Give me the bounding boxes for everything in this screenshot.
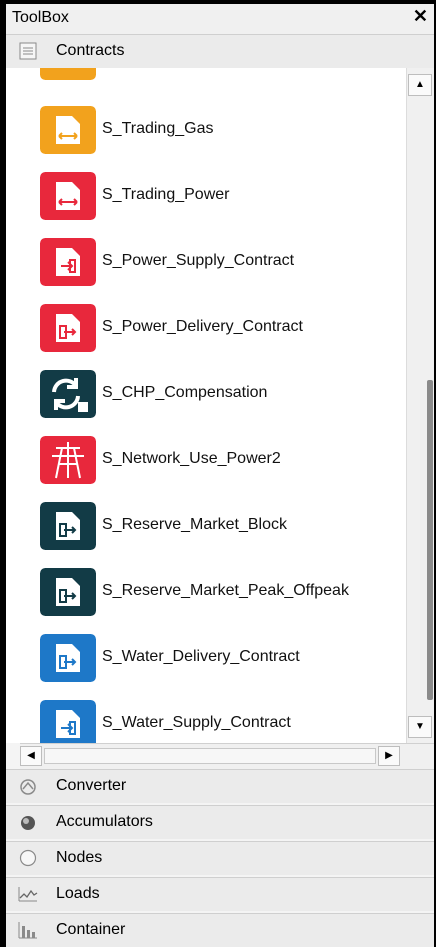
node-circle-icon [19,849,37,867]
toolbox-panel: ToolBox ✕ Contracts S_Trading_Gas S_Trad… [6,4,434,947]
section-container[interactable]: Container [6,913,434,947]
contracts-list: S_Trading_Gas S_Trading_Power S_Power_Su… [6,68,406,743]
horizontal-scrollbar[interactable]: ◀ ▶ [20,743,434,770]
scroll-down-icon[interactable]: ▼ [408,716,432,738]
contract-item-label: S_Network_Use_Power2 [102,450,281,467]
contract-orange-icon [40,68,96,80]
contract-item-reserve-peak[interactable]: S_Reserve_Market_Peak_Offpeak [6,564,406,630]
section-nodes-label: Nodes [56,849,103,866]
contract-item-network-use[interactable]: S_Network_Use_Power2 [6,432,406,498]
section-converter-label: Converter [56,777,127,794]
trading-gas-icon [40,106,96,154]
contract-item-water-delivery[interactable]: S_Water_Delivery_Contract [6,630,406,696]
section-contracts-label: Contracts [56,42,125,59]
trading-power-icon [40,172,96,220]
toolbox-titlebar: ToolBox ✕ [6,4,434,34]
contract-item-label: S_Power_Delivery_Contract [102,318,303,335]
document-icon [19,42,37,60]
loads-chart-icon [18,887,38,902]
section-loads[interactable]: Loads [6,877,434,911]
contract-item-label: S_Reserve_Market_Peak_Offpeak [102,582,349,599]
scrollbar-corner [404,744,434,770]
contract-item-trading-power[interactable]: S_Trading_Power [6,168,406,234]
vertical-scrollbar[interactable]: ▲ ▼ [406,68,434,743]
section-accumulators[interactable]: Accumulators [6,805,434,839]
contract-item-label: S_Trading_Gas [102,120,214,137]
reserve-block-icon [40,502,96,550]
converter-icon [20,779,36,795]
contract-item-partial[interactable] [6,68,406,94]
scroll-right-icon[interactable]: ▶ [378,746,400,766]
scroll-up-icon[interactable]: ▲ [408,74,432,96]
contract-item-chp-compensation[interactable]: S_CHP_Compensation [6,366,406,432]
close-icon[interactable]: ✕ [413,6,428,27]
vertical-scroll-thumb[interactable] [427,380,433,700]
scroll-left-icon[interactable]: ◀ [20,746,42,766]
section-contracts[interactable]: Contracts [6,34,434,68]
chp-compensation-icon [40,370,96,418]
contract-item-label: S_Trading_Power [102,186,230,203]
contract-item-label: S_Reserve_Market_Block [102,516,287,533]
water-delivery-icon [40,634,96,682]
contract-item-power-supply[interactable]: S_Power_Supply_Contract [6,234,406,300]
section-loads-label: Loads [56,885,100,902]
contract-item-label: S_Water_Delivery_Contract [102,648,300,665]
accumulator-icon [21,816,35,830]
network-pylon-icon [40,436,96,484]
contract-item-trading-gas[interactable]: S_Trading_Gas [6,102,406,168]
section-converter[interactable]: Converter [6,769,434,803]
toolbox-title: ToolBox [12,9,69,26]
water-supply-icon [40,700,96,743]
contract-item-power-delivery[interactable]: S_Power_Delivery_Contract [6,300,406,366]
reserve-peak-icon [40,568,96,616]
power-supply-icon [40,238,96,286]
section-nodes[interactable]: Nodes [6,841,434,875]
contract-item-label: S_Power_Supply_Contract [102,252,295,269]
container-bars-icon [18,922,37,939]
horizontal-scroll-thumb[interactable] [44,748,376,764]
contract-item-label: S_CHP_Compensation [102,384,268,401]
section-accumulators-label: Accumulators [56,813,153,830]
contract-item-water-supply[interactable]: S_Water_Supply_Contract [6,696,406,743]
contract-item-reserve-block[interactable]: S_Reserve_Market_Block [6,498,406,564]
section-container-label: Container [56,921,126,938]
contract-item-label: S_Water_Supply_Contract [102,714,291,731]
power-delivery-icon [40,304,96,352]
